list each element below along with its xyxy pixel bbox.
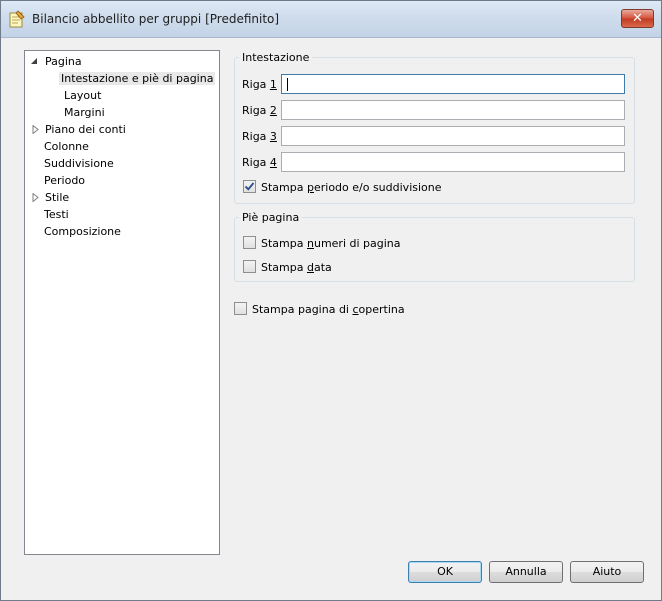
- tree-item-label: Piano dei conti: [45, 123, 126, 136]
- navigation-tree[interactable]: Pagina Intestazione e piè di pagina Layo…: [24, 50, 220, 555]
- cover-page-label[interactable]: Stampa pagina di copertina: [252, 303, 405, 316]
- header-group-title: Intestazione: [239, 51, 313, 64]
- tree-item-margini[interactable]: Margini: [62, 104, 107, 121]
- notepad-icon: [9, 10, 25, 28]
- tree-item-label: Stile: [45, 191, 70, 204]
- tree-item-label: Suddivisione: [44, 157, 114, 170]
- text-caret: [287, 78, 288, 91]
- tree-item-suddivisione[interactable]: Suddivisione: [42, 155, 116, 172]
- tree-item-label: Pagina: [45, 55, 82, 68]
- riga-2-input[interactable]: [281, 100, 625, 120]
- tree-item-label: Layout: [64, 89, 102, 102]
- close-button[interactable]: ✕: [621, 9, 654, 28]
- tree-item-intestazione[interactable]: Intestazione e piè di pagina: [59, 70, 216, 87]
- close-icon: ✕: [632, 11, 643, 26]
- tree-item-label: Testi: [44, 208, 69, 221]
- tree-item-composizione[interactable]: Composizione: [42, 223, 123, 240]
- cancel-button[interactable]: Annulla: [489, 561, 563, 583]
- tree-item-label: Colonne: [44, 140, 89, 153]
- tree-item-pagina[interactable]: Pagina: [29, 53, 84, 70]
- expanded-arrow-icon[interactable]: [30, 57, 39, 66]
- riga-3-label: Riga 3: [242, 130, 277, 143]
- title-bar[interactable]: Bilancio abbellito per gruppi [Predefini…: [1, 1, 661, 38]
- tree-item-colonne[interactable]: Colonne: [42, 138, 91, 155]
- tree-item-testi[interactable]: Testi: [42, 206, 71, 223]
- print-date-label[interactable]: Stampa data: [261, 261, 332, 274]
- print-date-checkbox[interactable]: [243, 260, 256, 273]
- tree-item-label: Intestazione e piè di pagina: [59, 72, 216, 85]
- tree-item-layout[interactable]: Layout: [62, 87, 103, 104]
- ok-button[interactable]: OK: [408, 561, 482, 583]
- riga-2-label: Riga 2: [242, 104, 277, 117]
- help-button[interactable]: Aiuto: [570, 561, 644, 583]
- cover-page-checkbox[interactable]: [234, 302, 247, 315]
- print-period-label[interactable]: Stampa periodo e/o suddivisione: [261, 181, 442, 194]
- riga-4-input[interactable]: [281, 152, 625, 172]
- tree-item-label: Periodo: [44, 174, 86, 187]
- riga-1-label: Riga 1: [242, 78, 277, 91]
- tree-item-label: Composizione: [44, 225, 121, 238]
- collapsed-arrow-icon[interactable]: [31, 193, 40, 202]
- tree-item-periodo[interactable]: Periodo: [42, 172, 87, 189]
- print-period-checkbox[interactable]: [243, 180, 256, 193]
- page-numbers-checkbox[interactable]: [243, 236, 256, 249]
- checkmark-icon: [244, 182, 255, 191]
- riga-4-label: Riga 4: [242, 156, 277, 169]
- dialog-window: Bilancio abbellito per gruppi [Predefini…: [0, 0, 662, 601]
- riga-3-input[interactable]: [281, 126, 625, 146]
- tree-item-stile[interactable]: Stile: [29, 189, 71, 206]
- tree-item-label: Margini: [64, 106, 105, 119]
- riga-1-input[interactable]: [281, 74, 625, 94]
- page-numbers-label[interactable]: Stampa numeri di pagina: [261, 237, 401, 250]
- window-title: Bilancio abbellito per gruppi [Predefini…: [32, 12, 280, 26]
- footer-group-title: Piè pagina: [239, 211, 303, 224]
- collapsed-arrow-icon[interactable]: [31, 125, 40, 134]
- tree-item-piano-dei-conti[interactable]: Piano dei conti: [29, 121, 128, 138]
